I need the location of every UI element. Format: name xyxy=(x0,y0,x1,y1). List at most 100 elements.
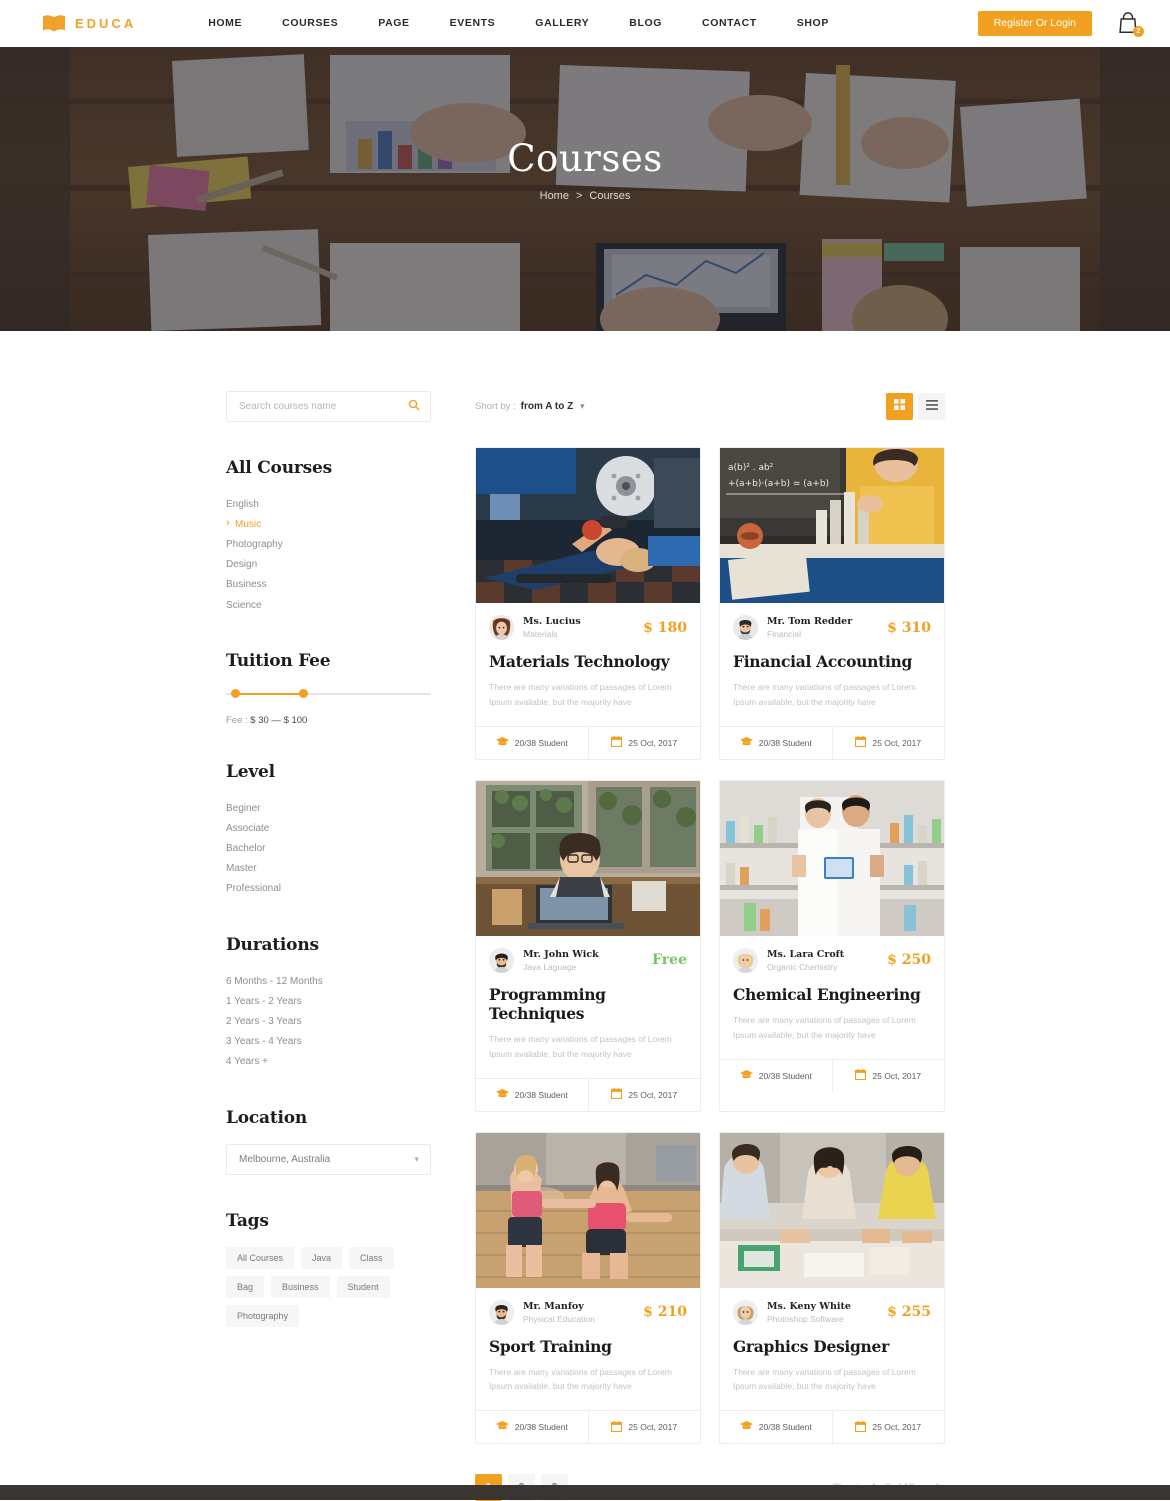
tag-java[interactable]: Java xyxy=(301,1247,343,1269)
date-value: 25 Oct, 2017 xyxy=(872,1422,922,1433)
slider-fill xyxy=(234,693,302,696)
price-range-slider[interactable] xyxy=(226,687,431,701)
graduation-cap-icon xyxy=(495,1421,509,1433)
category-item-design[interactable]: Design xyxy=(226,555,431,575)
filter-location: Location Melbourne, Australia ▾ xyxy=(226,1108,431,1175)
nav-item-blog[interactable]: BLOG xyxy=(609,0,682,47)
instructor-name: Ms. Lucius xyxy=(523,616,581,627)
instructor-subject: Java Laguage xyxy=(523,961,577,972)
tag-photography[interactable]: Photography xyxy=(226,1305,300,1327)
duration-item-2[interactable]: 1 Years - 2 Years xyxy=(226,991,431,1011)
nav-item-home[interactable]: HOME xyxy=(188,0,262,47)
course-card[interactable]: Ms. Lara Croft Organic Chemistry $ 250 C… xyxy=(719,779,945,1112)
course-price: $ 210 xyxy=(643,1304,687,1320)
level-item-master[interactable]: Master xyxy=(226,859,431,879)
durations-list: 6 Months - 12 Months 1 Years - 2 Years 2… xyxy=(226,971,431,1072)
grid-view-button[interactable] xyxy=(886,392,913,420)
course-title[interactable]: Sport Training xyxy=(489,1337,687,1356)
duration-item-4[interactable]: 3 Years - 4 Years xyxy=(226,1032,431,1052)
nav-item-gallery[interactable]: GALLERY xyxy=(515,0,609,47)
course-meta: 20/38 Student 25 Oct, 2017 xyxy=(476,1077,700,1111)
course-date: 25 Oct, 2017 xyxy=(831,726,945,759)
course-card[interactable]: Mr. John Wick Java Laguage Free Programm… xyxy=(475,779,701,1112)
course-card-grid: Ms. Lucius Materials $ 180 Materials Tec… xyxy=(475,447,945,1445)
course-card[interactable]: Mr. Manfoy Physical Education $ 210 Spor… xyxy=(475,1131,701,1445)
tag-class[interactable]: Class xyxy=(349,1247,394,1269)
sort-dropdown[interactable]: from A to Z ▾ xyxy=(521,401,585,412)
tag-business[interactable]: Business xyxy=(271,1276,330,1298)
list-view-button[interactable] xyxy=(918,392,945,420)
course-image xyxy=(476,448,700,603)
duration-item-5[interactable]: 4 Years + xyxy=(226,1052,431,1072)
instructor-name: Mr. Manfoy xyxy=(523,1300,584,1312)
breadcrumb-separator: > xyxy=(575,189,583,202)
course-title[interactable]: Financial Accounting xyxy=(733,652,931,671)
course-date: 25 Oct, 2017 xyxy=(831,1059,945,1092)
list-view-icon xyxy=(925,397,938,415)
course-description: There are many variations of passages of… xyxy=(489,1366,672,1392)
tags-title: Tags xyxy=(226,1211,269,1231)
level-item-associate[interactable]: Associate xyxy=(226,818,431,838)
breadcrumb-home[interactable]: Home xyxy=(540,190,569,202)
students-count: 20/38 Student xyxy=(758,1422,812,1433)
filter-categories: All Courses English Music Photography De… xyxy=(226,458,431,615)
course-search[interactable] xyxy=(226,391,431,422)
slider-handle-min[interactable] xyxy=(231,689,240,699)
category-item-business[interactable]: Business xyxy=(226,575,431,595)
nav-item-page[interactable]: PAGE xyxy=(358,0,429,47)
category-item-photography[interactable]: Photography xyxy=(226,534,431,554)
tag-bag[interactable]: Bag xyxy=(226,1276,265,1298)
course-meta: 20/38 Student 25 Oct, 2017 xyxy=(720,725,945,759)
calendar-icon xyxy=(611,1420,623,1434)
level-item-professional[interactable]: Professional xyxy=(226,879,431,899)
category-item-science[interactable]: Science xyxy=(226,595,431,615)
level-item-beginer[interactable]: Beginer xyxy=(226,798,431,818)
calendar-icon xyxy=(855,1069,867,1082)
level-item-bachelor[interactable]: Bachelor xyxy=(226,839,431,859)
avatar xyxy=(489,947,514,973)
tag-student[interactable]: Student xyxy=(336,1276,390,1298)
course-card[interactable]: Ms. Keny White Photoshop Software $ 255 … xyxy=(719,1131,945,1445)
course-card[interactable]: a(b)² . ab² +(a+b)·(a+b) = (a+b) 45° xyxy=(719,447,945,760)
nav-item-shop[interactable]: SHOP xyxy=(777,0,849,47)
course-meta: 20/38 Student 25 Oct, 2017 xyxy=(476,725,700,759)
level-title: Level xyxy=(226,762,275,783)
course-title[interactable]: Chemical Engineering xyxy=(733,985,931,1004)
duration-item-3[interactable]: 2 Years - 3 Years xyxy=(226,1011,431,1031)
instructor-subject: Organic Chemistry xyxy=(767,961,838,972)
category-item-english[interactable]: English xyxy=(226,494,431,514)
instructor-name: Mr. Tom Redder xyxy=(767,616,853,627)
graduation-cap-icon xyxy=(739,1421,753,1433)
graduation-cap-icon xyxy=(495,1088,509,1101)
page-title: Courses xyxy=(507,136,663,180)
course-price: $ 310 xyxy=(887,619,931,636)
brand-logo[interactable]: EDUCA xyxy=(42,14,136,33)
course-title[interactable]: Materials Technology xyxy=(489,652,687,671)
search-input[interactable] xyxy=(239,401,408,412)
graduation-cap-icon xyxy=(495,736,509,749)
course-students: 20/38 Student xyxy=(720,1411,832,1443)
nav-item-courses[interactable]: COURSES xyxy=(262,0,358,47)
tag-all-courses[interactable]: All Courses xyxy=(226,1247,295,1269)
filter-level: Level Beginer Associate Bachelor Master … xyxy=(226,762,431,899)
duration-item-1[interactable]: 6 Months - 12 Months xyxy=(226,971,431,991)
filter-tags: Tags All Courses Java Class Bag Business… xyxy=(226,1211,431,1327)
instructor-name: Ms. Keny White xyxy=(767,1300,851,1312)
course-date: 25 Oct, 2017 xyxy=(587,1411,701,1444)
slider-handle-max[interactable] xyxy=(299,689,308,699)
course-title[interactable]: Graphics Designer xyxy=(733,1337,931,1356)
search-icon[interactable] xyxy=(408,398,420,416)
avatar xyxy=(733,947,758,973)
main-content: All Courses English Music Photography De… xyxy=(0,331,1170,1501)
breadcrumb: Home > Courses xyxy=(540,190,631,202)
course-image xyxy=(720,780,944,936)
nav-item-events[interactable]: EVENTS xyxy=(430,0,516,47)
course-card[interactable]: Ms. Lucius Materials $ 180 Materials Tec… xyxy=(475,447,701,760)
chevron-down-icon: ▾ xyxy=(414,1154,419,1164)
nav-item-contact[interactable]: CONTACT xyxy=(682,0,777,47)
cart-button[interactable]: 2 xyxy=(1118,11,1144,37)
course-title[interactable]: Programming Techniques xyxy=(489,985,687,1023)
register-or-login-button[interactable]: Register Or Login xyxy=(977,11,1092,36)
category-item-music[interactable]: Music xyxy=(226,514,431,534)
location-select[interactable]: Melbourne, Australia ▾ xyxy=(226,1144,431,1175)
